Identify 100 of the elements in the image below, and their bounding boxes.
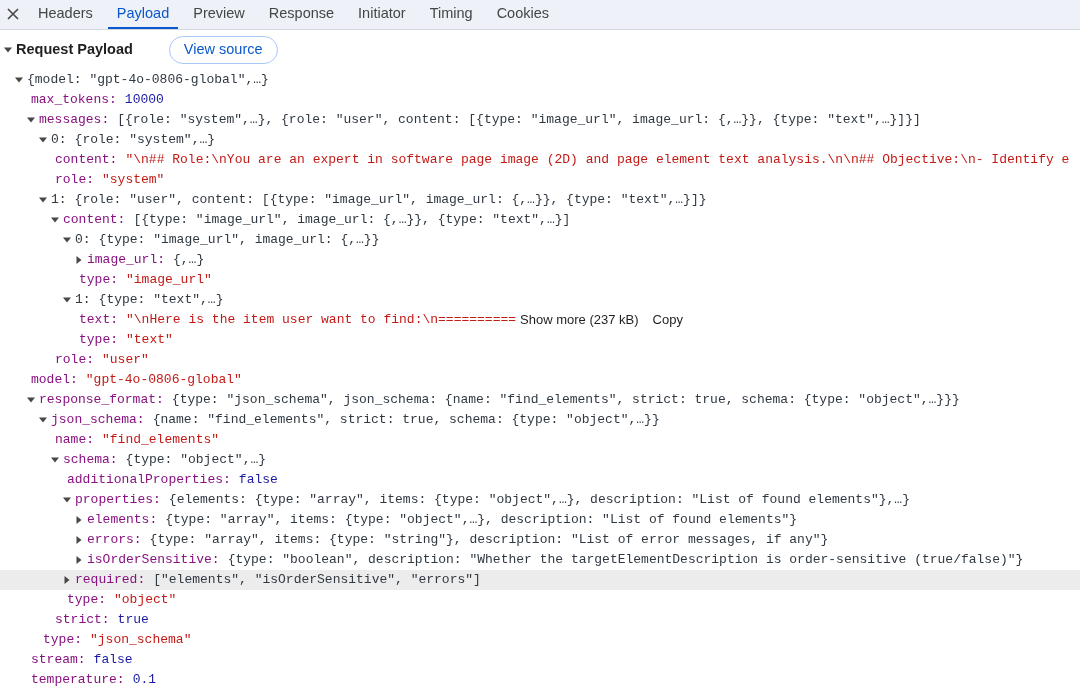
property-key: content: <box>63 210 126 230</box>
caret-down-icon[interactable] <box>4 46 12 54</box>
tree-row[interactable]: 1: {role: "user", content: [{type: "image_url", image_url: {,…}}, {type: "text",…}]} <box>0 190 1080 210</box>
property-value: {role: "system",…} <box>74 131 216 149</box>
caret-down-icon[interactable] <box>39 136 47 144</box>
tree-row[interactable]: 0: {role: "system",…} <box>0 130 1080 150</box>
property-value: 10000 <box>124 91 164 109</box>
property-value: 0.1 <box>132 671 157 686</box>
property-value: {,…} <box>173 251 205 269</box>
property-key: type: <box>79 330 118 350</box>
tree-row[interactable]: strict: true <box>0 610 1080 630</box>
property-value: "system" <box>102 171 165 189</box>
tab[interactable]: Headers <box>29 0 102 29</box>
property-value: "\nHere is the item user want to find:\n========== <box>126 311 517 329</box>
tree-row[interactable]: content: [{type: "image_url", image_url: {,…}}, {type: "text",…}] <box>0 210 1080 230</box>
property-key: temperature: <box>31 670 125 686</box>
property-key: image_url: <box>87 250 165 270</box>
tree-row[interactable]: text: "\nHere is the item user want to find:\n========== Show more (237 kB) Copy <box>0 310 1080 330</box>
tree-row[interactable]: type: "json_schema" <box>0 630 1080 650</box>
caret-right-icon[interactable] <box>75 516 83 524</box>
tree-row[interactable]: role: "system" <box>0 170 1080 190</box>
tree-row[interactable]: errors: {type: "array", items: {type: "string"}, description: "List of error messages, if any"} <box>0 530 1080 550</box>
section-title: Request Payload <box>16 40 133 60</box>
caret-down-icon[interactable] <box>63 296 71 304</box>
property-value: false <box>238 471 278 489</box>
property-value: {type: "text",…} <box>98 291 224 309</box>
caret-right-icon[interactable] <box>75 556 83 564</box>
tree-row[interactable]: {model: "gpt-4o-0806-global",…} <box>0 70 1080 90</box>
property-value: {type: "object",…} <box>125 451 267 469</box>
tree-row[interactable]: stream: false <box>0 650 1080 670</box>
property-key: type: <box>79 270 118 290</box>
tree-row[interactable]: type: "text" <box>0 330 1080 350</box>
property-value: {role: "user", content: [{type: "image_url", image_url: {,…}}, {type: "text",…}]} <box>74 191 707 209</box>
caret-down-icon[interactable] <box>51 456 59 464</box>
property-value: "image_url" <box>126 271 212 289</box>
tree-row[interactable]: elements: {type: "array", items: {type: "object",…}, description: "List of found elements"} <box>0 510 1080 530</box>
property-key: errors: <box>87 530 142 550</box>
property-key: schema: <box>63 450 118 470</box>
property-value: ["elements", "isOrderSensitive", "errors"] <box>153 571 481 589</box>
property-key: required: <box>75 570 146 590</box>
tree-row[interactable]: required: ["elements", "isOrderSensitive", "errors"] <box>0 570 1080 590</box>
tree-row[interactable]: role: "user" <box>0 350 1080 370</box>
property-value: "text" <box>126 331 173 349</box>
property-value: "object" <box>114 591 177 609</box>
caret-down-icon[interactable] <box>27 116 35 124</box>
tab[interactable]: Payload <box>107 0 179 29</box>
tree-row[interactable]: additionalProperties: false <box>0 470 1080 490</box>
property-value: {model: "gpt-4o-0806-global",…} <box>27 71 269 89</box>
caret-down-icon[interactable] <box>39 196 47 204</box>
property-value: "find_elements" <box>102 431 220 449</box>
tree-row[interactable]: response_format: {type: "json_schema", json_schema: {name: "find_elements", strict: true, schema: {type: "object",…}}} <box>0 390 1080 410</box>
tab[interactable]: Initiator <box>349 0 415 29</box>
property-value: false <box>93 651 133 669</box>
property-key: properties: <box>75 490 161 510</box>
caret-down-icon[interactable] <box>39 416 47 424</box>
caret-down-icon[interactable] <box>27 396 35 404</box>
caret-right-icon[interactable] <box>63 576 71 584</box>
tree-row[interactable]: 0: {type: "image_url", image_url: {,…}} <box>0 230 1080 250</box>
property-key: messages: <box>39 110 110 130</box>
tree-row[interactable]: isOrderSensitive: {type: "boolean", description: "Whether the targetElementDescription is order-sensitive (true/false)"} <box>0 550 1080 570</box>
property-value: [{role: "system",…}, {role: "user", content: [{type: "image_url", image_url: {,…}}, {type: "text",…}]}] <box>117 111 921 129</box>
tree-row[interactable]: json_schema: {name: "find_elements", strict: true, schema: {type: "object",…}} <box>0 410 1080 430</box>
tab[interactable]: Cookies <box>487 0 559 29</box>
tree-row[interactable]: schema: {type: "object",…} <box>0 450 1080 470</box>
property-key: max_tokens: <box>31 90 117 110</box>
property-key: response_format: <box>39 390 164 410</box>
caret-down-icon[interactable] <box>51 216 59 224</box>
tree-row[interactable]: properties: {elements: {type: "array", items: {type: "object",…}, description: "List of found elements"},…} <box>0 490 1080 510</box>
property-key: type: <box>67 590 106 610</box>
property-key: type: <box>43 630 82 650</box>
property-value: {type: "json_schema", json_schema: {name: "find_elements", strict: true, schema: {type: "object",…}}} <box>171 391 960 409</box>
caret-down-icon[interactable] <box>63 236 71 244</box>
property-value: {type: "image_url", image_url: {,…}} <box>98 231 380 249</box>
caret-right-icon[interactable] <box>75 256 83 264</box>
property-value: {type: "array", items: {type: "object",…}, description: "List of found elements"} <box>165 511 798 529</box>
tab[interactable]: Preview <box>184 0 254 29</box>
tree-row[interactable]: content: "\n## Role:\nYou are an expert in software page image (2D) and page element text analysis.\n\n## Objective:\n- Identify e <box>0 150 1080 170</box>
caret-down-icon[interactable] <box>15 76 23 84</box>
property-key: model: <box>31 370 78 390</box>
tree-row[interactable]: type: "object" <box>0 590 1080 610</box>
tree-row[interactable]: image_url: {,…} <box>0 250 1080 270</box>
tree-row[interactable]: messages: [{role: "system",…}, {role: "user", content: [{type: "image_url", image_url: {,…}}, {type: "text",…}]}] <box>0 110 1080 130</box>
tab[interactable]: Response <box>259 0 344 29</box>
property-key: text: <box>79 310 118 330</box>
show-more-button[interactable]: Show more (237 kB) <box>520 310 639 330</box>
caret-down-icon[interactable] <box>63 496 71 504</box>
tree-row[interactable]: type: "image_url" <box>0 270 1080 290</box>
index-key: 0: <box>51 130 67 150</box>
index-key: 0: <box>75 230 91 250</box>
caret-right-icon[interactable] <box>75 536 83 544</box>
tree-row[interactable]: temperature: 0.1 <box>0 670 1080 686</box>
copy-button[interactable]: Copy <box>652 310 683 330</box>
tree-row[interactable]: name: "find_elements" <box>0 430 1080 450</box>
property-key: stream: <box>31 650 86 670</box>
tab[interactable]: Timing <box>420 0 482 29</box>
property-key: elements: <box>87 510 158 530</box>
property-key: json_schema: <box>51 410 145 430</box>
tree-row[interactable]: model: "gpt-4o-0806-global" <box>0 370 1080 390</box>
tree-row[interactable]: 1: {type: "text",…} <box>0 290 1080 310</box>
tree-row[interactable]: max_tokens: 10000 <box>0 90 1080 110</box>
